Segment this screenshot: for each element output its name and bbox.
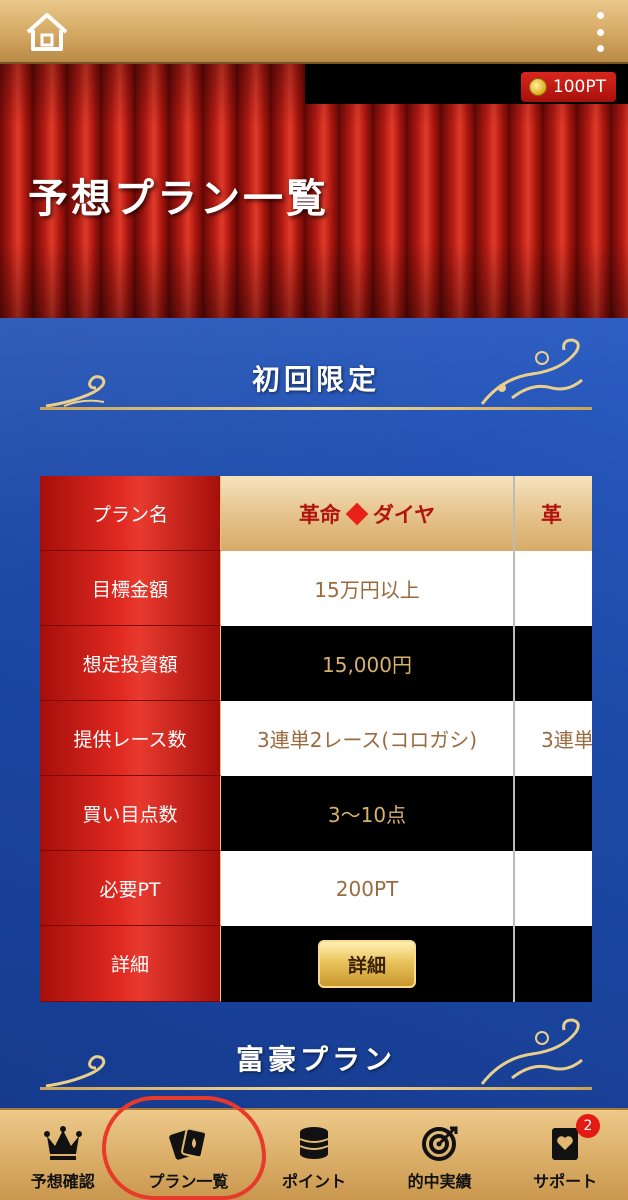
next-plan-cell [513, 776, 592, 851]
target-icon [421, 1126, 458, 1161]
coins-icon [299, 1127, 329, 1159]
table-row: 買い目点数 3〜10点 [40, 776, 592, 851]
more-vertical-icon [596, 12, 604, 19]
plan-name-cell: 革命 ダイヤ [221, 476, 513, 551]
next-plan-cell [513, 851, 592, 926]
nav-item-forecast[interactable]: 予想確認 [0, 1110, 126, 1200]
next-plan-cell [513, 551, 592, 626]
page-title: 予想プラン一覧 [28, 176, 329, 222]
nav-label: サポート [533, 1172, 598, 1191]
nav-item-points[interactable]: ポイント [251, 1110, 377, 1200]
row-header: 提供レース数 [40, 701, 221, 776]
bets-cell: 3〜10点 [221, 776, 513, 851]
row-header: 想定投資額 [40, 626, 221, 701]
ornament-right-icon [480, 338, 583, 405]
target-amount-cell: 15万円以上 [221, 551, 513, 626]
more-menu-button[interactable] [592, 12, 608, 52]
nav-item-support[interactable]: 2 サポート [502, 1110, 628, 1200]
detail-cell: 詳細 [221, 926, 513, 1002]
section-header-second: 富豪プラン [40, 1018, 592, 1100]
nav-label: プラン一覧 [148, 1172, 229, 1191]
cards-icon [169, 1127, 208, 1160]
nav-item-results[interactable]: 的中実績 [377, 1110, 503, 1200]
row-header: 詳細 [40, 926, 221, 1002]
required-pt-cell: 200PT [221, 851, 513, 926]
nav-label: 予想確認 [30, 1172, 95, 1191]
table-row: 詳細 詳細 [40, 926, 592, 1002]
next-plan-cell [513, 926, 592, 1002]
table-row: 想定投資額 15,000円 [40, 626, 592, 701]
races-cell: 3連単2レース(コロガシ) [221, 701, 513, 776]
table-row: プラン名 革命 ダイヤ 革 [40, 476, 592, 551]
detail-button[interactable]: 詳細 [318, 940, 416, 988]
points-badge[interactable]: 100PT [520, 72, 616, 102]
diamond-icon [345, 502, 369, 525]
next-plan-cell: 革 [513, 476, 592, 551]
next-plan-cell [513, 626, 592, 701]
plan-table[interactable]: プラン名 革命 ダイヤ 革 目標金額 15万円以上 想定投資額 15,000円 … [40, 476, 592, 1002]
nav-label: 的中実績 [407, 1172, 472, 1191]
investment-cell: 15,000円 [221, 626, 513, 701]
plan-name-suffix: ダイヤ [372, 502, 436, 527]
main-content: 初回限定 プラン名 革命 ダイヤ 革 目標金額 15万円以上 想定投資額 15,… [0, 318, 628, 1108]
row-header: 必要PT [40, 851, 221, 926]
next-plan-cell: 3連単 [513, 701, 592, 776]
row-header: 買い目点数 [40, 776, 221, 851]
section-header-first: 初回限定 [40, 338, 592, 420]
home-button[interactable] [22, 10, 72, 54]
table-row: 目標金額 15万円以上 [40, 551, 592, 626]
table-row: 提供レース数 3連単2レース(コロガシ) 3連単 [40, 701, 592, 776]
ornament-right-icon [480, 1018, 583, 1085]
points-value: 100PT [552, 77, 606, 97]
bottom-nav: 予想確認 プラン一覧 ポイント 的中実績 2 サポート [0, 1108, 628, 1200]
coin-icon [528, 78, 547, 96]
home-icon [26, 13, 68, 51]
nav-item-plans[interactable]: プラン一覧 [126, 1110, 252, 1200]
plan-name: 革命 [298, 502, 341, 527]
notification-badge: 2 [575, 1114, 600, 1138]
row-header: プラン名 [40, 476, 221, 551]
nav-label: ポイント [281, 1172, 346, 1191]
top-bar [0, 0, 628, 64]
row-header: 目標金額 [40, 551, 221, 626]
hero-banner: 100PT 予想プラン一覧 [0, 64, 628, 318]
crown-icon [43, 1126, 82, 1160]
table-row: 必要PT 200PT [40, 851, 592, 926]
